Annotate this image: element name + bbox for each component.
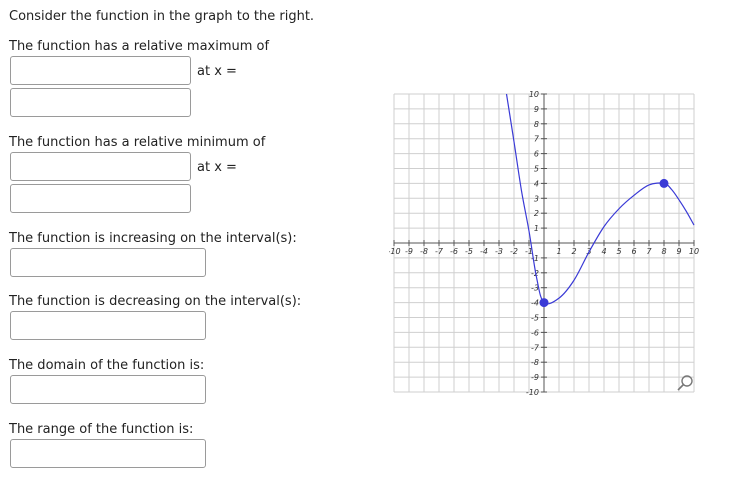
y-tick-label: 3 <box>534 194 539 203</box>
question-prompt: Consider the function in the graph to th… <box>9 9 315 24</box>
relative-max-at-x-label: at x = <box>197 64 237 79</box>
relative-min-value-input[interactable] <box>10 152 191 181</box>
increasing-input[interactable] <box>10 248 206 277</box>
y-tick-label: -5 <box>531 314 539 323</box>
x-tick-label: -5 <box>465 247 473 256</box>
x-tick-label: 4 <box>601 247 606 256</box>
x-tick-label: -10 <box>389 247 401 256</box>
y-tick-label: -7 <box>531 343 540 352</box>
relative-min-x-input[interactable] <box>10 184 191 213</box>
x-tick-label: 7 <box>646 247 652 256</box>
x-tick-label: -4 <box>480 247 488 256</box>
magnifier-icon[interactable] <box>677 375 693 391</box>
y-tick-label: 8 <box>534 120 539 129</box>
y-tick-label: 10 <box>529 90 539 99</box>
function-graph: -10-9-8-7-6-5-4-3-2-11234567891010987654… <box>389 90 699 397</box>
x-tick-label: -8 <box>420 247 428 256</box>
x-tick-label: -3 <box>495 247 503 256</box>
y-tick-label: 4 <box>534 179 539 188</box>
increasing-label: The function is increasing on the interv… <box>9 231 297 246</box>
range-label: The range of the function is: <box>9 422 194 437</box>
x-tick-label: -7 <box>435 247 444 256</box>
y-tick-label: -10 <box>526 388 539 397</box>
x-tick-label: 1 <box>556 247 561 256</box>
y-tick-label: -9 <box>531 373 539 382</box>
x-tick-label: -2 <box>510 247 518 256</box>
domain-label: The domain of the function is: <box>9 358 205 373</box>
domain-input[interactable] <box>10 375 206 404</box>
y-tick-label: 5 <box>534 165 539 174</box>
decreasing-label: The function is decreasing on the interv… <box>9 294 302 309</box>
x-tick-label: 5 <box>616 247 621 256</box>
y-tick-label: -8 <box>531 358 539 367</box>
relative-max-value-input[interactable] <box>10 56 191 85</box>
y-tick-label: 1 <box>534 224 539 233</box>
y-tick-label: 2 <box>534 209 539 218</box>
x-tick-label: -6 <box>450 247 458 256</box>
relative-max-label: The function has a relative maximum of <box>9 39 270 54</box>
x-tick-label: 2 <box>571 247 576 256</box>
x-tick-label: 10 <box>689 247 699 256</box>
x-tick-label: 6 <box>631 247 636 256</box>
decreasing-input[interactable] <box>10 311 206 340</box>
x-tick-label: 8 <box>661 247 666 256</box>
y-tick-label: -6 <box>531 328 539 337</box>
x-tick-label: 9 <box>676 247 681 256</box>
x-tick-label: -9 <box>405 247 413 256</box>
relative-max-x-input[interactable] <box>10 88 191 117</box>
y-tick-label: 6 <box>534 150 539 159</box>
relative-min-label: The function has a relative minimum of <box>9 135 266 150</box>
relative-min-at-x-label: at x = <box>197 160 237 175</box>
y-tick-label: 9 <box>534 105 539 114</box>
extremum-point <box>539 298 549 308</box>
y-tick-label: -4 <box>531 299 539 308</box>
range-input[interactable] <box>10 439 206 468</box>
extremum-point <box>659 178 669 188</box>
